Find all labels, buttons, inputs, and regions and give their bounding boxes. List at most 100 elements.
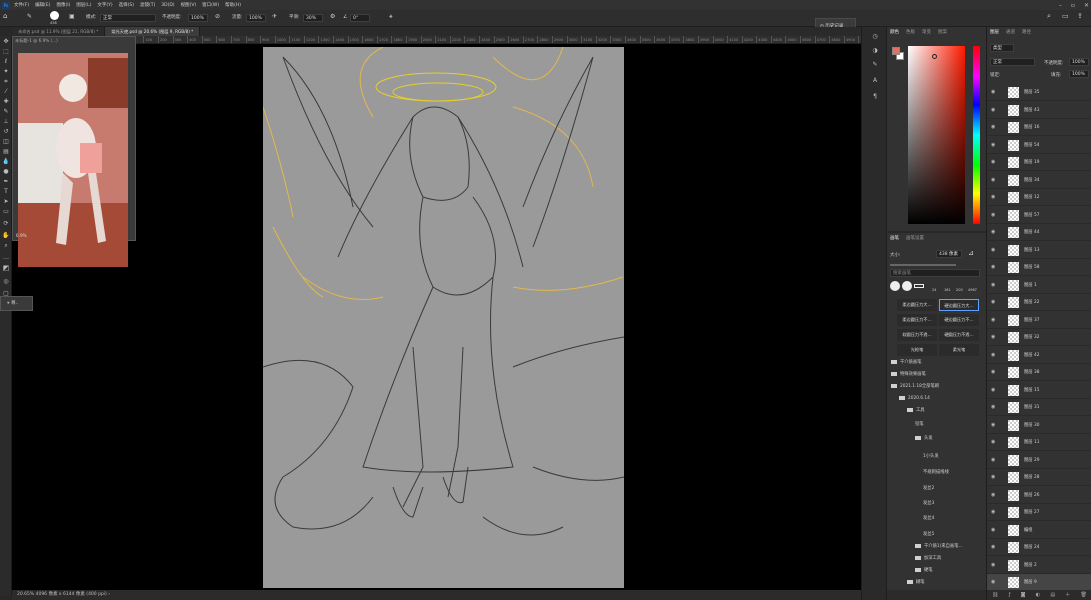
type-tool-icon[interactable]: T [2,188,10,196]
shape-tool-icon[interactable]: ▭ [2,208,10,216]
crop-tool-icon[interactable]: ⌗ [2,78,10,86]
tab-gradients[interactable]: 渐变 [922,29,931,35]
tab-brushes[interactable]: 画笔 [890,235,899,241]
minimize-icon[interactable]: – [1059,2,1062,9]
saturation-value-field[interactable] [908,46,965,224]
preset-soft-round-opacity[interactable]: 软圆压力不透… [897,329,937,341]
add-mask-icon[interactable]: ◙ [1021,590,1026,600]
character-icon[interactable]: A [870,77,880,85]
brush-item-irregular-line[interactable]: 不规则描线线 [887,467,982,478]
visibility-eye-icon[interactable]: ◉ [991,317,995,323]
visibility-eye-icon[interactable]: ◉ [991,474,995,480]
gradient-tool-icon[interactable]: ▤ [2,148,10,156]
layer-row[interactable]: ◉ 图层 2 [987,557,1091,574]
brush-tip-hard-2[interactable] [902,281,912,291]
brush-tip-preview[interactable] [50,11,59,20]
layer-row[interactable]: ◉ 图层 54 [987,137,1091,154]
layer-row[interactable]: ◉ 图层 38 [987,364,1091,381]
layer-style-icon[interactable]: ƒ [1009,590,1011,600]
visibility-eye-icon[interactable]: ◉ [991,404,995,410]
layer-row[interactable]: ◉ 编组 [987,522,1091,539]
opacity-field[interactable]: 100% [188,14,208,22]
brush-edit-icon[interactable]: ⊿ [968,249,974,257]
visibility-eye-icon[interactable]: ◉ [991,579,995,585]
visibility-eye-icon[interactable]: ◉ [991,387,995,393]
new-group-icon[interactable]: ▤ [1050,590,1055,600]
visibility-eye-icon[interactable]: ◉ [991,212,995,218]
path-select-tool-icon[interactable]: ➤ [2,198,10,206]
dodge-tool-icon[interactable]: ● [2,168,10,176]
layer-row[interactable]: ◉ 图层 44 [987,224,1091,241]
delete-layer-icon[interactable]: 🗑 [1081,590,1087,600]
brush-group-2021-all[interactable]: 2021.1.18全部笔刷 [887,381,982,392]
blur-tool-icon[interactable]: 💧 [2,158,10,166]
layer-row[interactable]: ◉ 图层 31 [987,399,1091,416]
lasso-tool-icon[interactable]: ℓ [2,58,10,66]
brush-tip-hard-1[interactable] [890,281,900,291]
angle-field[interactable]: 0° [350,14,370,22]
menu-filter[interactable]: 滤镜(T) [140,2,155,8]
menu-select[interactable]: 选择(S) [119,2,134,8]
brush-group-burn-tool[interactable]: 加深工具 [887,553,982,564]
home-icon[interactable]: ⌂ [3,12,7,20]
visibility-eye-icon[interactable]: ◉ [991,177,995,183]
brush-tool-icon[interactable]: ✎ [27,13,32,20]
layer-row[interactable]: ◉ 图层 13 [987,242,1091,259]
color-picker-cursor[interactable] [932,54,937,59]
brush-item-hair-2[interactable]: 发丝2 [887,483,982,494]
preset-soft-round-pressure-size[interactable]: 柔边圆压力大… [897,299,937,311]
size-field[interactable]: 438 像素 [936,250,962,258]
tab-angel[interactable]: 烧光天使.psd @ 20.6% (图层 9, RGB/8) * [105,27,201,36]
brush-group-hair[interactable]: 头发 [887,433,982,444]
visibility-eye-icon[interactable]: ◉ [991,422,995,428]
visibility-eye-icon[interactable]: ◉ [991,544,995,550]
preset-soft-round-pressure-opacity[interactable]: 柔边圆压力不… [897,314,937,326]
pen-tool-icon[interactable]: ✒ [2,178,10,186]
layer-row[interactable]: ◉ 图层 9 [987,574,1091,591]
search-icon[interactable]: ⌕ [1047,12,1051,21]
smoothing-gear-icon[interactable]: ⚙ [330,13,335,20]
menu-window[interactable]: 窗口(W) [202,2,219,8]
tab-channels[interactable]: 通道 [1006,29,1015,35]
layer-row[interactable]: ◉ 图层 26 [987,487,1091,504]
size-slider[interactable] [890,264,956,266]
visibility-eye-icon[interactable]: ◉ [991,527,995,533]
visibility-eye-icon[interactable]: ◉ [991,369,995,375]
layer-kind-filter[interactable]: 类型 [990,44,1014,52]
layer-row[interactable]: ◉ 图层 16 [987,119,1091,136]
foreground-color-swatch[interactable] [892,47,900,55]
layer-row[interactable]: ◉ 图层 12 [987,189,1091,206]
visibility-eye-icon[interactable]: ◉ [991,299,995,305]
marquee-tool-icon[interactable]: ⬚ [2,48,10,56]
visibility-eye-icon[interactable]: ◉ [991,457,995,463]
tab-layers[interactable]: 图层 [990,29,999,35]
visibility-eye-icon[interactable]: ◉ [991,107,995,113]
brush-group-blur[interactable]: 糊笔 [887,577,982,588]
preset-soft-pen[interactable]: 柔光笔 [939,344,979,356]
layer-row[interactable]: ◉ 图层 42 [987,347,1091,364]
layer-row[interactable]: ◉ 图层 24 [987,539,1091,556]
artboard-sketch[interactable] [263,47,624,588]
stamp-tool-icon[interactable]: ⊥ [2,118,10,126]
quick-select-tool-icon[interactable]: ✦ [2,68,10,76]
airbrush-icon[interactable]: ✈ [272,13,277,20]
layer-row[interactable]: ◉ 图层 34 [987,172,1091,189]
brush-settings-icon[interactable]: ▣ [69,13,75,20]
brush-item-small-hair[interactable]: 1小头发 [887,451,982,462]
tab-swatches[interactable]: 色板 [906,29,915,35]
layer-row[interactable]: ◉ 图层 43 [987,102,1091,119]
brush-item-hair-5[interactable]: 发丝5 [887,529,982,540]
zoom-tool-icon[interactable]: ⌕ [2,242,10,250]
hand-tool-icon[interactable]: ✋ [2,232,10,240]
brush-group-hard-pen[interactable]: 硬笔 [887,565,982,576]
new-layer-icon[interactable]: ＋ [1065,590,1070,600]
brush-group-tools[interactable]: 工具 [887,405,982,416]
blend-mode-select[interactable]: 正常 [990,58,1035,66]
menu-edit[interactable]: 编辑(E) [35,2,50,8]
adjustment-layer-icon[interactable]: ◐ [1036,590,1040,600]
close-icon[interactable]: ✕ [1084,2,1089,9]
quick-mask-icon[interactable]: ◎ [2,278,10,286]
visibility-eye-icon[interactable]: ◉ [991,194,995,200]
menu-help[interactable]: 帮助(H) [225,2,241,8]
preset-hard-round-pressure-size[interactable]: 硬边圆压力大… [939,299,979,311]
